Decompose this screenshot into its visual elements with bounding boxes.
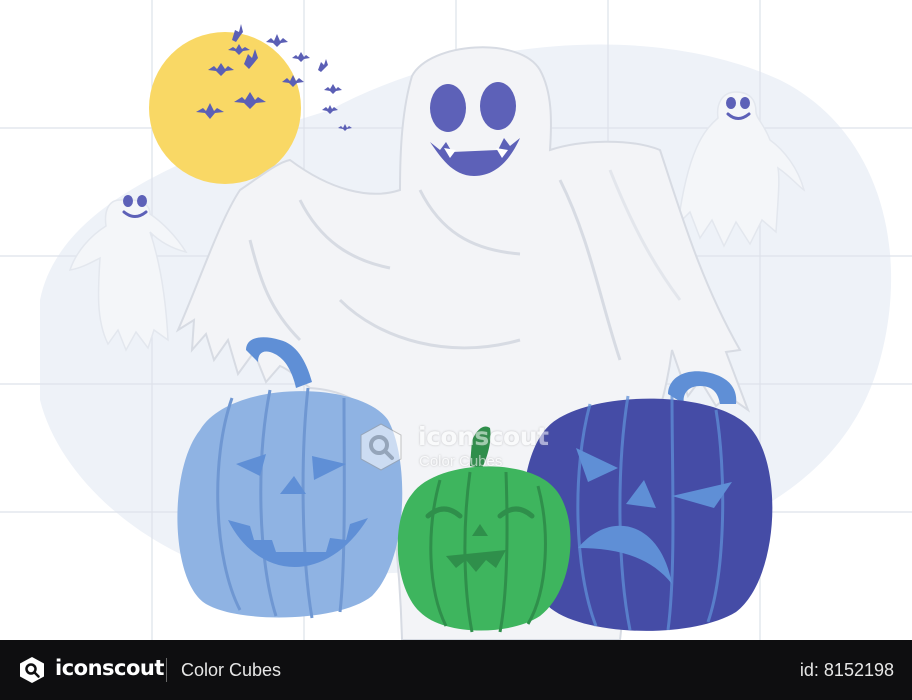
bat [266,34,288,47]
asset-id: id: 8152198 [799,660,894,680]
halloween-illustration [0,0,912,640]
ghost-right-eye [480,82,516,130]
bat [324,84,342,94]
footer-divider [166,658,167,682]
ghost-left-eye [430,84,466,132]
iconscout-logo-icon[interactable] [18,656,46,684]
moon [149,32,301,184]
footer-brand-link[interactable]: iconscout [55,656,164,680]
footer-bar: iconscout Color Cubes id: 8152198 [0,640,912,700]
bat [292,52,310,62]
bat [318,59,328,72]
footer-collection-link[interactable]: Color Cubes [181,660,281,681]
